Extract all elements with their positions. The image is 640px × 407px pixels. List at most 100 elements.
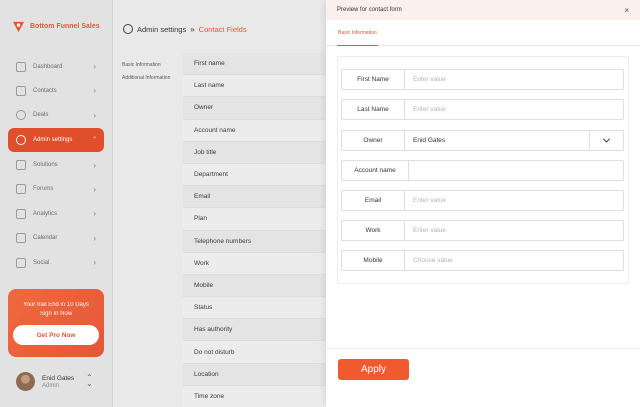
close-icon[interactable]: ×	[624, 6, 629, 15]
user-role: Admin	[42, 383, 60, 389]
chevron-right-icon: ›	[93, 258, 96, 268]
first-name-input[interactable]	[405, 70, 623, 89]
owner-dropdown-toggle[interactable]	[589, 131, 623, 150]
sidebar-item-label: Contacts	[33, 87, 57, 94]
user-name: Enid Gates	[42, 375, 75, 382]
get-pro-button[interactable]: Get Pro Now	[13, 325, 99, 345]
sidebar-item-contacts[interactable]: Contacts ›	[8, 79, 104, 102]
field-row[interactable]: Work	[183, 253, 326, 275]
email-label: Email	[342, 191, 405, 210]
trial-banner: Your trail End in 10 Days Sign In Now Ge…	[8, 289, 104, 357]
social-icon	[16, 257, 26, 268]
chevron-right-icon: ›	[93, 62, 96, 71]
subnav-basic-information[interactable]: Basic Information	[113, 58, 183, 71]
field-row[interactable]: Department	[183, 164, 326, 187]
owner-row: Owner Enid Gates	[341, 130, 624, 151]
settings-subnav: Basic Information Additional Information	[113, 58, 183, 84]
breadcrumb: Admin settings » Contact Fields	[123, 24, 247, 34]
apply-button[interactable]: Apply	[338, 359, 409, 380]
chevron-right-icon: ›	[93, 86, 96, 96]
sidebar-item-label: Solutions	[33, 162, 58, 169]
sidebar: Bottom Funnel Sales Dashboard › Contacts…	[0, 0, 113, 407]
work-phone-input[interactable]	[405, 221, 623, 240]
owner-select[interactable]: Enid Gates	[405, 131, 589, 150]
modal-tabs: Basic Information	[326, 20, 640, 46]
sidebar-item-label: Dashboard	[33, 63, 63, 70]
tab-basic-information[interactable]: Basic Information	[337, 20, 378, 46]
brand-name: Bottom Funnel Sales	[30, 23, 100, 30]
sidebar-item-label: Admin settings	[33, 137, 73, 144]
brand[interactable]: Bottom Funnel Sales	[12, 20, 100, 33]
trial-days-text: Your trail End in 10 Days	[23, 302, 89, 308]
avatar	[16, 372, 35, 391]
chart-icon	[16, 61, 26, 72]
email-input[interactable]	[405, 191, 623, 210]
field-row[interactable]: Mobile	[183, 274, 326, 298]
sidebar-item-social[interactable]: Social ›	[8, 251, 104, 274]
subnav-additional-information[interactable]: Additional Information	[113, 71, 183, 84]
field-row[interactable]: Time zone	[183, 386, 326, 407]
field-row[interactable]: Job title	[183, 141, 326, 164]
breadcrumb-current: Contact Fields	[198, 24, 247, 34]
work-row: Work	[341, 220, 624, 241]
sidebar-item-analytics[interactable]: Analytics ›	[8, 202, 104, 225]
last-name-label: Last Name	[342, 100, 405, 119]
chevron-updown-icon[interactable]: ⌃ ⌄	[86, 374, 93, 388]
user-profile[interactable]: Enid Gates Admin ⌃ ⌄	[16, 372, 93, 391]
field-row[interactable]: Email	[183, 186, 326, 209]
forums-icon	[16, 184, 26, 195]
sidebar-item-admin-settings[interactable]: Admin settings ˆ	[8, 128, 104, 153]
account-name-label: Account name	[342, 161, 409, 180]
account-name-row: Account name	[341, 160, 624, 181]
field-row[interactable]: Has authority	[183, 319, 326, 342]
last-name-row: Last Name	[341, 99, 624, 120]
field-row[interactable]: Telephone numbers	[183, 230, 326, 253]
field-row[interactable]: Plan	[183, 208, 326, 231]
modal-title: Preview for contact form	[337, 7, 402, 13]
solutions-icon	[16, 160, 26, 171]
owner-label: Owner	[342, 131, 405, 150]
sidebar-item-solutions[interactable]: Solutions ›	[8, 154, 104, 177]
modal-footer: Apply	[326, 348, 640, 407]
first-name-label: First Name	[342, 70, 405, 89]
sidebar-item-dashboard[interactable]: Dashboard ›	[8, 55, 104, 78]
last-name-input[interactable]	[405, 100, 623, 119]
mobile-row: Mobile	[341, 250, 624, 271]
sidebar-item-calendar[interactable]: Calendar ›	[8, 227, 104, 250]
field-row[interactable]: First name	[183, 53, 326, 76]
contacts-icon	[16, 85, 26, 96]
field-row[interactable]: Do not disturb	[183, 341, 326, 364]
preview-modal: Preview for contact form × Basic Informa…	[326, 0, 640, 407]
mobile-label: Mobile	[342, 251, 405, 270]
field-row[interactable]: Account name	[183, 120, 326, 142]
contact-form: First Name Last Name Owner Enid Gates Ac…	[337, 56, 629, 284]
email-row: Email	[341, 190, 624, 211]
field-row[interactable]: Owner	[183, 97, 326, 120]
admin-icon	[123, 24, 133, 34]
analytics-icon	[16, 208, 26, 219]
sidebar-item-label: Analytics	[33, 210, 58, 217]
sidebar-item-label: Deals	[33, 112, 49, 119]
account-name-input[interactable]	[409, 161, 623, 180]
trial-sign-in-text[interactable]: Sign In Now	[8, 310, 104, 319]
sidebar-nav: Dashboard › Contacts › Deals › Admin set…	[8, 55, 104, 276]
field-row[interactable]: Location	[183, 363, 326, 386]
chevron-up-icon: ˆ	[93, 135, 96, 145]
field-row[interactable]: Last name	[183, 75, 326, 98]
breadcrumb-root[interactable]: Admin settings	[137, 25, 186, 34]
sidebar-item-deals[interactable]: Deals ›	[8, 104, 104, 127]
calendar-icon	[16, 233, 26, 244]
work-label: Work	[342, 221, 405, 240]
first-name-row: First Name	[341, 69, 624, 90]
sidebar-item-label: Forums	[33, 186, 54, 193]
logo-icon	[12, 21, 25, 33]
chevron-right-icon: ›	[93, 184, 96, 194]
mobile-input[interactable]	[405, 251, 623, 270]
sidebar-item-forums[interactable]: Forums ›	[8, 178, 104, 201]
chevron-right-icon: ›	[93, 160, 96, 170]
chevron-right-icon: ›	[93, 209, 96, 219]
admin-icon	[16, 135, 26, 146]
sidebar-item-label: Social	[33, 259, 50, 266]
field-row[interactable]: Status	[183, 297, 326, 320]
dollar-icon	[16, 110, 26, 121]
